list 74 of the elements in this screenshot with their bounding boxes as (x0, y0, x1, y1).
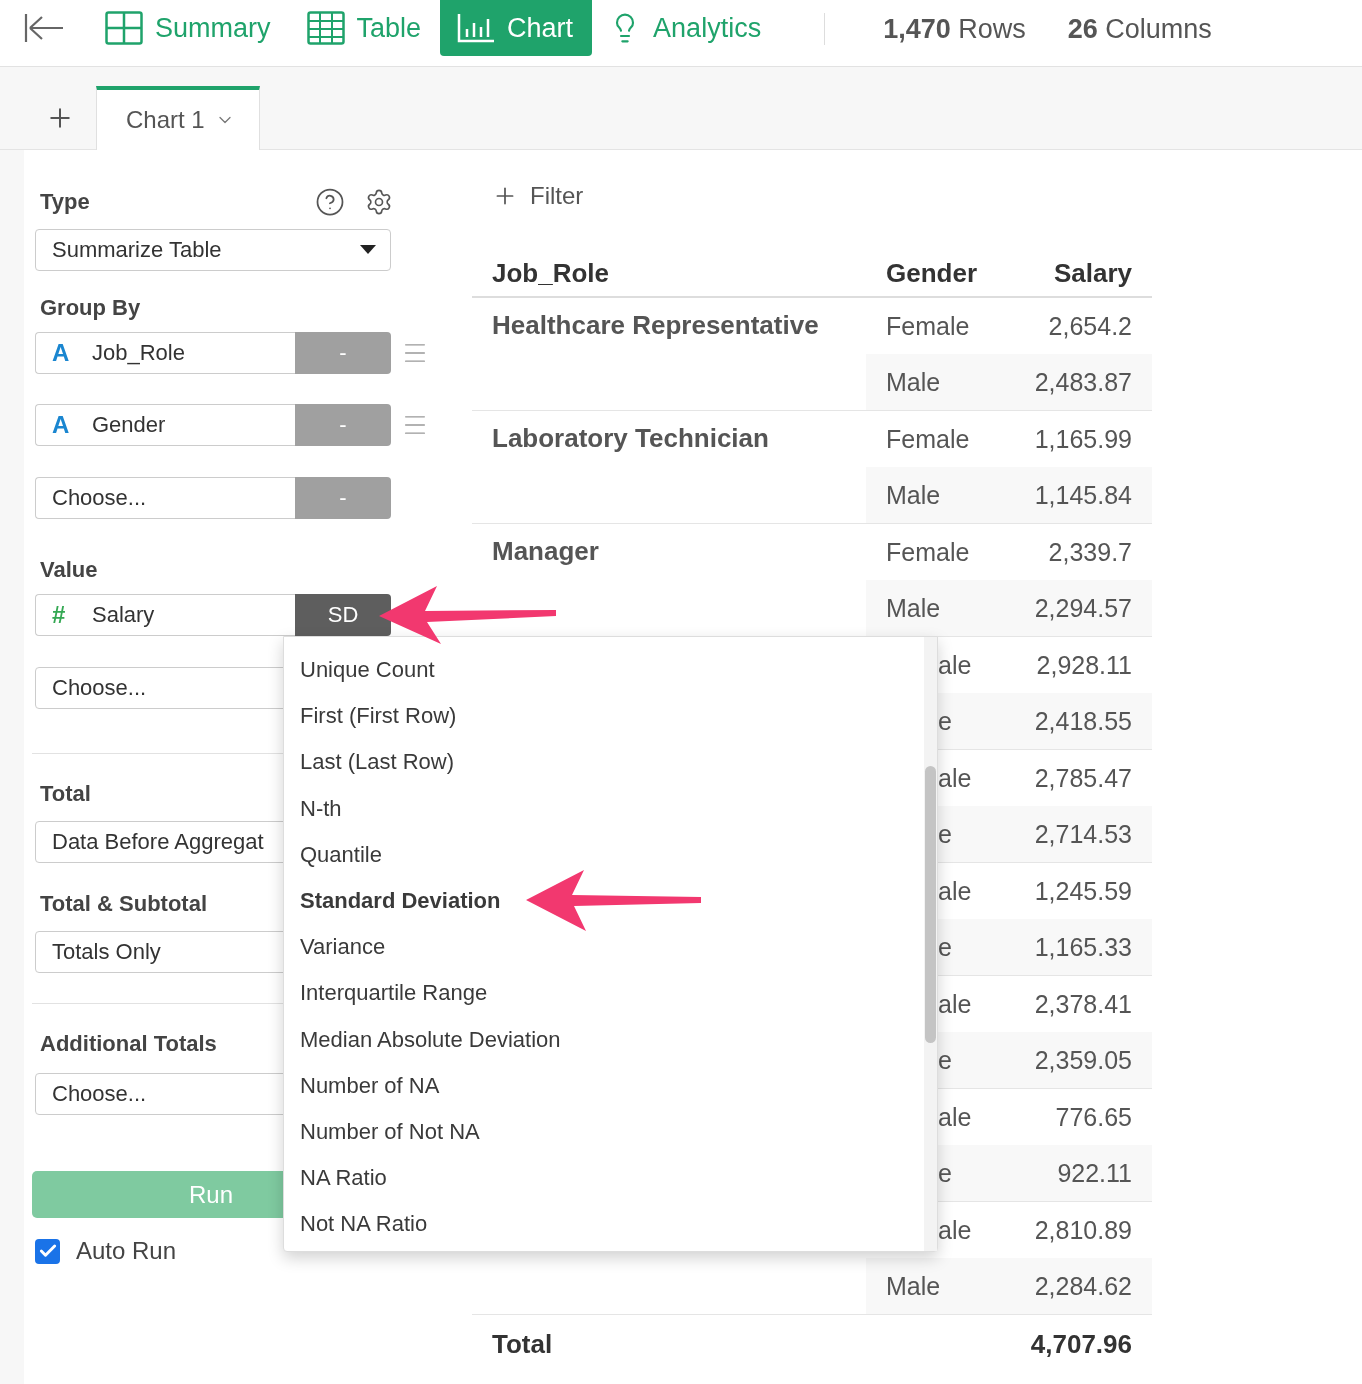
table-cell: 1,165.33 (1034, 932, 1132, 962)
table-cell: ale (938, 1215, 972, 1245)
stat-text: 1,470 Rows (883, 13, 1026, 46)
chart-tab[interactable]: Chart 1 (96, 86, 260, 150)
table-cell: e (938, 1158, 952, 1188)
table-cell: Manager (492, 536, 599, 566)
table-cell: 2,654.2 (1048, 311, 1132, 341)
table-cell: e (938, 1045, 952, 1075)
scrollbar[interactable] (924, 637, 937, 1251)
section-label: Group By (40, 295, 141, 321)
caret-icon (360, 245, 376, 255)
table-cell: 2,483.87 (1034, 367, 1132, 397)
table-cell: Female (886, 424, 970, 454)
table-cell: 2,284.62 (1034, 1271, 1132, 1301)
table-cell: 1,145.84 (1034, 480, 1132, 510)
table-cell: ale (938, 650, 972, 680)
table-cell: 2,810.89 (1034, 1215, 1132, 1245)
table-cell: ale (938, 763, 972, 793)
table-cell: 922.11 (1057, 1158, 1132, 1188)
table-cell: 1,165.99 (1034, 424, 1132, 454)
aggregate-button[interactable]: SD (295, 594, 391, 636)
section-label: Additional Totals (40, 1031, 217, 1057)
table-cell: Female (886, 311, 970, 341)
total-value: 4,707.96 (1030, 1328, 1132, 1360)
table-cell: Male (886, 593, 941, 623)
table-cell: 2,785.47 (1034, 763, 1132, 793)
section-label: Total (40, 781, 91, 807)
total-label: Total (492, 1328, 553, 1359)
collapse-icon[interactable] (24, 13, 64, 43)
section-label: Value (40, 557, 98, 583)
settings-icon[interactable] (365, 188, 393, 216)
checkbox-label: Auto Run (76, 1237, 177, 1265)
table-cell: ale (938, 989, 972, 1019)
table-cell: 1,245.59 (1034, 876, 1132, 906)
table-cell: e (938, 706, 952, 736)
table-cell: 2,418.55 (1034, 706, 1132, 736)
table-cell: 2,359.05 (1034, 1045, 1132, 1075)
table-cell: Female (886, 537, 970, 567)
column-header: Salary (1052, 256, 1133, 290)
menu-item[interactable]: Interquartile Range (284, 970, 488, 1017)
table-cell: e (938, 932, 952, 962)
table-cell: 2,714.53 (1034, 819, 1132, 849)
table-icon (306, 11, 345, 45)
help-icon[interactable] (315, 187, 345, 217)
menu-item[interactable]: Median Absolute Deviation (284, 1016, 561, 1063)
column-header: Job_Role (491, 257, 611, 289)
column-field[interactable]: A Gender (35, 404, 295, 446)
table-cell: 2,339.7 (1048, 537, 1132, 567)
stat-text: 26 Columns (1067, 13, 1212, 46)
bar-chart-icon (457, 13, 496, 43)
table-cell: Male (886, 480, 941, 510)
table-cell: ale (938, 876, 972, 906)
type-select[interactable]: Summarize Table (35, 229, 391, 271)
column-field[interactable]: # Salary (35, 594, 295, 636)
table-cell: Healthcare Representative (492, 310, 819, 340)
table-cell: 2,928.11 (1036, 650, 1132, 680)
menu-item[interactable]: Standard Deviation (284, 877, 501, 925)
table-cell: e (938, 819, 952, 849)
table-cell: ale (938, 1102, 972, 1132)
table-cell: Male (886, 1271, 941, 1301)
section-label: Total & Subtotal (40, 891, 208, 917)
column-field[interactable]: A Job_Role (35, 332, 295, 374)
section-label: Type (40, 189, 90, 215)
column-header: Gender (885, 256, 979, 290)
table-cell: Male (886, 367, 941, 397)
table-cell: Laboratory Technician (492, 423, 769, 453)
table-cell: 2,378.41 (1034, 989, 1132, 1019)
menu-item[interactable]: Last (Last Row) (284, 739, 455, 786)
checkbox[interactable] (35, 1238, 60, 1264)
table-cell: 2,294.57 (1034, 593, 1132, 623)
column-field[interactable]: Choose... (35, 477, 295, 519)
grid-icon (105, 11, 143, 45)
table-cell: 776.65 (1055, 1102, 1132, 1132)
filter-button[interactable]: Filter (492, 182, 1152, 210)
